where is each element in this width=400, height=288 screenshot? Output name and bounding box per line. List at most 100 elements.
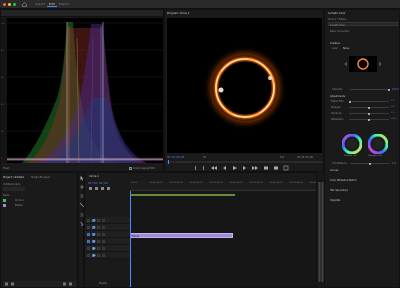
- home-icon[interactable]: [22, 2, 27, 7]
- section-vignette[interactable]: Vignette: [330, 199, 340, 202]
- adjustment-value[interactable]: 0.0: [391, 100, 394, 102]
- timeline-toolbar: [88, 186, 128, 191]
- tint-balance-value[interactable]: 0.0: [392, 162, 396, 165]
- lock-icon[interactable]: [97, 219, 100, 222]
- intensity-slider[interactable]: [350, 89, 390, 90]
- track-target-toggle[interactable]: [87, 247, 90, 250]
- adjustment-slider-knob[interactable]: [349, 100, 351, 103]
- clip-name-label: Ellipse: [132, 235, 140, 238]
- track-target-toggle[interactable]: [87, 219, 90, 222]
- lock-icon[interactable]: [97, 247, 100, 250]
- clamp-signal-checkbox[interactable]: [129, 167, 132, 170]
- lock-icon[interactable]: [97, 240, 100, 243]
- eye-icon[interactable]: [102, 226, 105, 229]
- track-header-a1: A1: [85, 238, 130, 245]
- highlight-tint-label: Highlight Tint: [368, 155, 382, 157]
- timeline-track-area[interactable]: Ellipse: [130, 191, 323, 287]
- track-target-toggle[interactable]: [87, 233, 90, 236]
- edit-tab[interactable]: Edit: [47, 2, 57, 7]
- highlight-tint-wheel[interactable]: [367, 133, 389, 155]
- track-name-label[interactable]: V1: [92, 233, 96, 236]
- fit-select[interactable]: Fit: [203, 156, 206, 159]
- track-name-label[interactable]: A3: [92, 254, 96, 257]
- intensity-value[interactable]: 100.0: [392, 88, 399, 91]
- export-tab[interactable]: Export: [57, 2, 71, 7]
- adjustment-slider-knob[interactable]: [368, 118, 370, 121]
- adjustment-slider[interactable]: [349, 101, 389, 102]
- pen-tool-icon: [80, 221, 84, 227]
- track-headers: V3 V2 V1 A1 A2 A3: [85, 217, 130, 287]
- track-target-toggle[interactable]: [87, 240, 90, 243]
- intensity-label: Intensity: [332, 88, 343, 91]
- go-to-in-icon: [211, 166, 217, 170]
- track-target-toggle[interactable]: [87, 226, 90, 229]
- lock-icon[interactable]: [97, 254, 100, 257]
- adjustment-value[interactable]: 100.0: [391, 118, 397, 120]
- program-timecode[interactable]: 00;00;00;00: [167, 156, 184, 159]
- track-name-label[interactable]: V3: [92, 219, 96, 222]
- shadow-tint-wheel[interactable]: [341, 133, 363, 155]
- bit-depth-select[interactable]: 8 Bit: [149, 167, 155, 170]
- eye-icon[interactable]: [102, 219, 105, 222]
- track-name-label[interactable]: A1: [92, 240, 96, 243]
- track-name-label[interactable]: V2: [92, 226, 96, 229]
- section-color-wheels[interactable]: Color Wheels & Match: [330, 179, 356, 182]
- ruler-label: 00;00;01;00: [170, 182, 183, 184]
- ruler-label: 00;00;01;15: [190, 182, 203, 184]
- lock-icon[interactable]: [97, 233, 100, 236]
- effect-select[interactable]: Lumetri Color: [328, 22, 398, 27]
- adjustment-value[interactable]: 0.0: [391, 106, 394, 108]
- tint-balance-knob[interactable]: [369, 162, 371, 165]
- project-name-column: Name: [3, 194, 10, 197]
- step-forward-icon: [243, 166, 246, 170]
- project-search-input[interactable]: [3, 187, 25, 191]
- ruler-label: ;00;00: [130, 182, 137, 184]
- adjustment-value[interactable]: 0.0: [391, 112, 394, 114]
- timeline-sequence-tab[interactable]: Circle 1: [89, 175, 99, 178]
- project-tab[interactable]: Project: Untitled: [3, 176, 24, 179]
- slider-label: Sharpen: [331, 106, 341, 109]
- svg-text:80: 80: [1, 50, 4, 52]
- project-item-ellipse[interactable]: Ellipse: [15, 204, 23, 207]
- chevron-left-icon[interactable]: [344, 62, 348, 66]
- media-browser-tab[interactable]: Media Browser: [31, 176, 50, 179]
- clamp-signal-label: Clamp Signal: [133, 167, 149, 170]
- timeline-timecode[interactable]: 00;00;00;00: [88, 181, 108, 185]
- close-window-button[interactable]: [3, 3, 6, 6]
- adjustment-slider-knob[interactable]: [368, 106, 370, 109]
- lumetri-color-tab[interactable]: Lumetri Color: [328, 12, 346, 15]
- minimize-window-button[interactable]: [8, 3, 11, 6]
- scopes-tab-row: [1, 10, 163, 17]
- work-area-bar[interactable]: [130, 194, 235, 196]
- lumetri-sequence-label: Circle 1 * Ellipse: [328, 18, 346, 21]
- section-curves[interactable]: Curves: [330, 169, 338, 172]
- program-scrub-bar[interactable]: [167, 161, 322, 163]
- rgb-parade-waveform: [7, 22, 163, 164]
- section-basic-correction[interactable]: Basic Correction: [330, 30, 349, 33]
- maximize-window-button[interactable]: [13, 3, 16, 6]
- program-playhead[interactable]: [168, 160, 169, 164]
- look-label: Look: [332, 47, 338, 50]
- mute-icon[interactable]: [102, 240, 105, 243]
- program-monitor-tab[interactable]: Program: Circle 1: [167, 12, 189, 15]
- track-target-toggle[interactable]: [87, 254, 90, 257]
- track-name-label[interactable]: A2: [92, 247, 96, 250]
- intensity-slider-knob[interactable]: [388, 88, 390, 91]
- project-item-sequence[interactable]: Circle 1: [15, 199, 24, 202]
- eye-icon[interactable]: [102, 233, 105, 236]
- timeline-ruler[interactable]: ;00;00 00;00;00;15 00;00;01;00 00;00;01;15 0…: [130, 181, 323, 191]
- timeline-playhead-line[interactable]: [130, 191, 131, 287]
- mute-icon[interactable]: [102, 247, 105, 250]
- mute-icon[interactable]: [102, 254, 105, 257]
- section-hsl-secondary[interactable]: HSL Secondary: [330, 189, 348, 192]
- look-preview-thumbnail[interactable]: [349, 56, 377, 72]
- look-select[interactable]: None: [343, 47, 349, 50]
- lock-icon[interactable]: [97, 226, 100, 229]
- chevron-right-icon[interactable]: [378, 62, 382, 66]
- adjustment-slider-knob[interactable]: [368, 112, 370, 115]
- ruler-label: 00;00;02;00: [210, 182, 223, 184]
- quality-select[interactable]: Full: [280, 156, 284, 159]
- import-tab[interactable]: Import: [33, 2, 47, 7]
- timeline-clip-ellipse[interactable]: Ellipse: [130, 233, 233, 238]
- section-creative[interactable]: Creative: [330, 42, 340, 45]
